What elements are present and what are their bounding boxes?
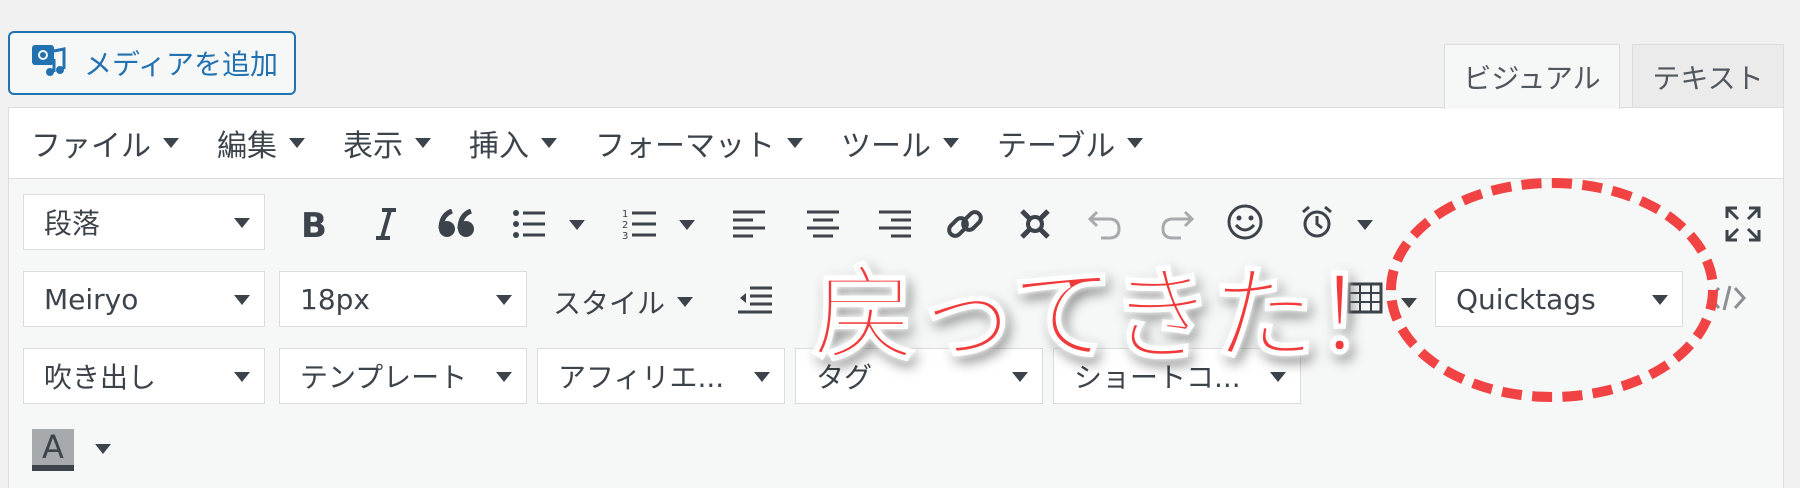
chevron-down-icon[interactable] (569, 220, 585, 230)
style-label: スタイル (553, 287, 666, 320)
chevron-down-icon (1127, 138, 1144, 148)
chevron-down-icon (496, 295, 512, 305)
style-dropdown[interactable]: スタイル (553, 282, 694, 322)
add-media-label: メディアを追加 (84, 48, 279, 81)
menu-label: 表示 (343, 129, 403, 164)
template-select[interactable]: テンプレート (279, 348, 527, 404)
font-size-value: 18px (300, 282, 370, 316)
font-size-select[interactable]: 18px (279, 271, 527, 327)
chevron-down-icon (289, 138, 305, 148)
chevron-down-icon (943, 138, 959, 148)
outdent-icon[interactable] (737, 282, 773, 318)
chevron-down-icon (234, 295, 250, 305)
fullscreen-icon[interactable] (1723, 204, 1763, 244)
menu-insert[interactable]: 挿入 (469, 121, 557, 165)
menu-tools[interactable]: ツール (841, 121, 959, 165)
annotation-text: 戻ってきた！ (811, 253, 1419, 377)
select-value: テンプレート (300, 361, 468, 394)
chevron-down-icon (163, 138, 179, 148)
menu-label: ファイル (31, 129, 151, 164)
chevron-down-icon (541, 138, 557, 148)
chevron-down-icon (496, 372, 512, 382)
svg-text:B: B (301, 207, 327, 241)
chevron-down-icon (754, 372, 770, 382)
svg-text:1: 1 (622, 209, 628, 220)
svg-text:2: 2 (622, 220, 628, 231)
media-camera-music-icon (30, 41, 68, 86)
font-family-select[interactable]: Meiryo (23, 271, 265, 327)
blockquote-icon[interactable] (437, 206, 477, 242)
chevron-down-icon (415, 138, 431, 148)
menu-label: 挿入 (469, 129, 529, 164)
select-value: 吹き出し (44, 361, 157, 394)
format-select[interactable]: 段落 (23, 194, 265, 250)
chevron-down-icon (234, 372, 250, 382)
bullet-list-icon[interactable] (509, 206, 549, 242)
text-color-button[interactable]: A (31, 428, 75, 472)
tab-text[interactable]: テキスト (1632, 44, 1784, 108)
speech-bubble-select[interactable]: 吹き出し (23, 348, 265, 404)
menu-label: テーブル (997, 129, 1116, 164)
chevron-down-icon (787, 138, 803, 148)
svg-text:3: 3 (622, 231, 628, 241)
add-media-button[interactable]: メディアを追加 (8, 31, 296, 95)
align-left-icon[interactable] (731, 206, 767, 242)
menu-file[interactable]: ファイル (31, 121, 179, 165)
menu-edit[interactable]: 編集 (217, 121, 305, 165)
menu-view[interactable]: 表示 (343, 121, 431, 165)
tab-visual[interactable]: ビジュアル (1444, 44, 1620, 109)
highlight-ellipse (1386, 178, 1718, 402)
chevron-down-icon[interactable] (1357, 220, 1373, 230)
format-select-value: 段落 (44, 207, 101, 240)
menu-label: ツール (841, 129, 931, 164)
menubar: ファイル 編集 表示 挿入 フォーマット ツール テーブル (9, 108, 1783, 179)
italic-icon[interactable] (367, 206, 403, 242)
affiliate-select[interactable]: アフィリエ... (537, 348, 785, 404)
chevron-down-icon (234, 218, 250, 228)
menu-table[interactable]: テーブル (997, 121, 1144, 165)
bold-icon[interactable]: B (295, 206, 331, 242)
numbered-list-icon[interactable]: 123 (619, 206, 659, 242)
menu-label: 編集 (217, 129, 277, 164)
chevron-down-icon (677, 297, 694, 307)
chevron-down-icon[interactable] (95, 444, 111, 454)
font-family-value: Meiryo (44, 282, 139, 316)
chevron-down-icon[interactable] (679, 220, 695, 230)
menu-format[interactable]: フォーマット (595, 121, 803, 165)
select-value: アフィリエ... (558, 361, 725, 394)
text-color-icon: A (42, 428, 64, 466)
menu-label: フォーマット (595, 129, 775, 164)
